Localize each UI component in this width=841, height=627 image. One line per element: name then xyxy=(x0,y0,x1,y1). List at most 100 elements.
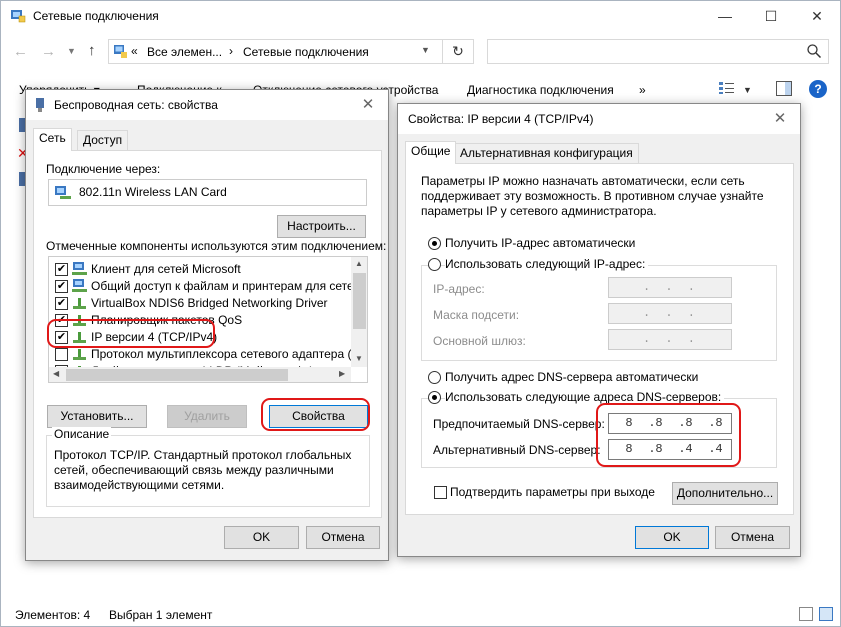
window-title: Сетевые подключения xyxy=(33,9,159,23)
diagnose-command[interactable]: Диагностика подключения xyxy=(467,83,614,97)
validate-label[interactable]: Подтвердить параметры при выходе xyxy=(450,485,655,499)
back-arrow-icon[interactable]: ← xyxy=(13,43,28,60)
adapter-name: 802.11n Wireless LAN Card xyxy=(79,185,227,199)
vertical-scrollbar[interactable]: ▲ ▼ xyxy=(351,257,367,367)
preview-pane-icon[interactable] xyxy=(776,81,792,96)
breadcrumb-network-connections[interactable]: Сетевые подключения xyxy=(243,45,369,59)
dialog-title-bar: Беспроводная сеть: свойства ✕ xyxy=(26,90,388,120)
ok-button[interactable]: OK xyxy=(635,526,709,549)
list-item[interactable]: ✔ VirtualBox NDIS6 Bridged Networking Dri… xyxy=(49,295,351,312)
manual-dns-label[interactable]: Использовать следующие адреса DNS-сервер… xyxy=(445,390,725,404)
component-label: Клиент для сетей Microsoft xyxy=(91,262,241,276)
horizontal-scrollbar[interactable]: ◀ ▶ xyxy=(49,367,351,382)
view-options-icon[interactable] xyxy=(719,81,735,95)
highlight-dns-fields xyxy=(596,403,741,467)
scrollbar-thumb[interactable] xyxy=(353,273,366,329)
manual-ip-label[interactable]: Использовать следующий IP-адрес: xyxy=(445,257,649,271)
view-dropdown-icon[interactable]: ▼ xyxy=(743,85,752,95)
highlight-properties-button xyxy=(261,398,370,431)
scroll-right-icon[interactable]: ▶ xyxy=(339,369,345,378)
cancel-button[interactable]: Отмена xyxy=(306,526,380,549)
dialog-title-bar: Свойства: IP версии 4 (TCP/IPv4) ✕ xyxy=(398,104,800,134)
component-checkbox[interactable]: ✔ xyxy=(55,263,68,276)
more-commands-icon[interactable]: » xyxy=(639,83,646,97)
list-item[interactable]: ✔ Клиент для сетей Microsoft xyxy=(49,261,351,278)
auto-ip-radio[interactable] xyxy=(428,237,441,250)
configure-button[interactable]: Настроить... xyxy=(277,215,366,238)
forward-arrow-icon[interactable]: → xyxy=(41,43,56,60)
status-bar: Элементов: 4 Выбран 1 элемент xyxy=(1,604,840,626)
help-icon[interactable]: ? xyxy=(809,80,827,98)
scroll-left-icon[interactable]: ◀ xyxy=(53,369,59,378)
title-bar: Сетевые подключения — ☐ ✕ xyxy=(1,1,840,33)
protocol-icon xyxy=(72,347,87,361)
description-line-2: сетей, обеспечивающий связь между различ… xyxy=(54,463,334,477)
up-arrow-icon[interactable]: ↑ xyxy=(88,42,96,59)
auto-dns-label[interactable]: Получить адрес DNS-сервера автоматически xyxy=(445,370,698,384)
breadcrumb-overflow[interactable]: « xyxy=(131,44,138,58)
scroll-down-icon[interactable]: ▼ xyxy=(355,354,363,363)
description-label: Описание xyxy=(52,427,112,441)
subnet-mask-field: . . . xyxy=(608,303,732,324)
connect-through-label: Подключение через: xyxy=(46,162,161,176)
breadcrumb-all-items[interactable]: Все элемен... xyxy=(147,45,222,59)
component-label: Протокол мультиплексора сетевого адаптер… xyxy=(91,347,368,361)
status-selected: Выбран 1 элемент xyxy=(109,608,213,622)
auto-ip-label[interactable]: Получить IP-адрес автоматически xyxy=(445,236,635,250)
gateway-field: . . . xyxy=(608,329,732,350)
component-checkbox[interactable] xyxy=(55,348,68,361)
list-item[interactable]: ✔ Общий доступ к файлам и принтерам для с… xyxy=(49,278,367,295)
status-item-count: Элементов: 4 xyxy=(15,608,91,622)
breadcrumb-separator: › xyxy=(229,44,233,58)
install-button[interactable]: Установить... xyxy=(47,405,147,428)
maximize-icon[interactable]: ☐ xyxy=(748,1,794,31)
details-view-icon[interactable] xyxy=(799,607,813,621)
remove-button: Удалить xyxy=(167,405,247,428)
close-icon[interactable]: ✕ xyxy=(760,104,800,134)
tab-alternate-config[interactable]: Альтернативная конфигурация xyxy=(454,143,639,164)
refresh-icon[interactable]: ↻ xyxy=(442,39,474,64)
address-bar[interactable]: « Все элемен... › Сетевые подключения ▼ xyxy=(108,39,443,64)
cancel-button[interactable]: Отмена xyxy=(715,526,790,549)
gateway-label: Основной шлюз: xyxy=(433,334,526,348)
highlight-ipv4-item xyxy=(47,319,215,348)
network-client-icon xyxy=(72,262,87,276)
component-checkbox[interactable]: ✔ xyxy=(55,280,68,293)
tab-general[interactable]: Общие xyxy=(405,141,457,164)
manual-ip-radio[interactable] xyxy=(428,258,441,271)
auto-dns-radio[interactable] xyxy=(428,371,441,384)
recent-dropdown-icon[interactable]: ▼ xyxy=(67,46,76,56)
search-input[interactable] xyxy=(487,39,829,64)
scrollbar-thumb[interactable] xyxy=(66,369,288,381)
close-icon[interactable]: ✕ xyxy=(348,90,388,120)
dialog-title: Свойства: IP версии 4 (TCP/IPv4) xyxy=(408,112,594,126)
ip-address-field: . . . xyxy=(608,277,732,298)
preferred-dns-label: Предпочитаемый DNS-сервер: xyxy=(433,417,605,431)
validate-checkbox[interactable] xyxy=(434,486,447,499)
component-label: VirtualBox NDIS6 Bridged Networking Driv… xyxy=(91,296,328,310)
subnet-mask-label: Маска подсети: xyxy=(433,308,520,322)
close-icon[interactable]: ✕ xyxy=(794,1,840,31)
tab-sharing[interactable]: Доступ xyxy=(77,130,129,151)
description-line-1: Протокол TCP/IP. Стандартный протокол гл… xyxy=(54,448,352,462)
network-client-icon xyxy=(72,279,87,293)
tab-network[interactable]: Сеть xyxy=(33,128,72,151)
address-dropdown-icon[interactable]: ▼ xyxy=(421,45,430,55)
manual-dns-radio[interactable] xyxy=(428,391,441,404)
list-item[interactable]: Протокол мультиплексора сетевого адаптер… xyxy=(49,346,367,363)
minimize-icon[interactable]: — xyxy=(702,1,748,31)
component-checkbox[interactable]: ✔ xyxy=(55,297,68,310)
scroll-up-icon[interactable]: ▲ xyxy=(355,259,363,268)
advanced-button[interactable]: Дополнительно... xyxy=(672,482,778,505)
components-label: Отмеченные компоненты используются этим … xyxy=(46,239,387,253)
large-icons-view-icon[interactable] xyxy=(819,607,833,621)
intro-line-1: Параметры IP можно назначать автоматичес… xyxy=(421,174,745,188)
alternate-dns-label: Альтернативный DNS-сервер: xyxy=(433,443,601,457)
description-line-3: взаимодействующими сетями. xyxy=(54,478,225,492)
protocol-icon xyxy=(72,296,87,310)
component-label: Общий доступ к файлам и принтерам для се… xyxy=(91,279,368,293)
adapter-name-field: 802.11n Wireless LAN Card xyxy=(48,179,367,206)
intro-line-2: поддерживает эту возможность. В противно… xyxy=(421,189,764,203)
ok-button[interactable]: OK xyxy=(224,526,299,549)
ipv4-properties-dialog: Свойства: IP версии 4 (TCP/IPv4) ✕ Общие… xyxy=(397,103,801,557)
